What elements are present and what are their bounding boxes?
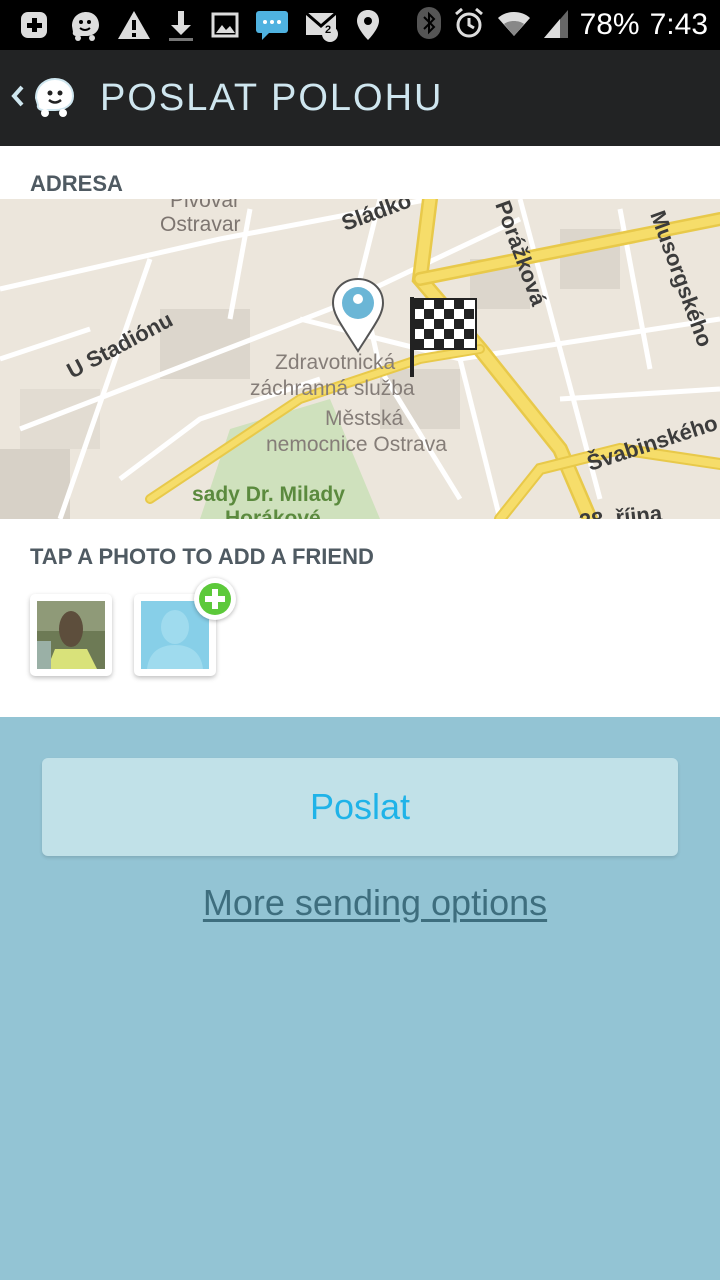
- map-label: Zdravotnická: [275, 351, 396, 374]
- image-icon: [210, 8, 240, 42]
- map-canvas: Pivovar Ostravar Zdravotnická záchranná …: [0, 199, 720, 519]
- clock: 7:43: [649, 8, 708, 41]
- app-bar: POSLAT POLOHU: [0, 50, 720, 146]
- send-button[interactable]: Poslat: [42, 758, 678, 856]
- back-button[interactable]: [8, 68, 88, 128]
- waze-icon: [66, 8, 102, 42]
- friends-label: TAP A PHOTO TO ADD A FRIEND: [30, 544, 374, 569]
- map-label: záchranná služba: [250, 377, 415, 400]
- chat-icon: [254, 8, 290, 42]
- bluetooth-icon: [416, 6, 442, 44]
- map-label: Horákové: [225, 507, 321, 519]
- map-label: Ostravar: [160, 213, 241, 236]
- address-label: ADRESA: [30, 171, 123, 196]
- add-box-icon: [18, 8, 52, 42]
- alarm-icon: [452, 6, 486, 44]
- notification-icons: 2: [18, 6, 382, 44]
- download-icon: [166, 8, 196, 42]
- friend-photo[interactable]: [30, 594, 112, 676]
- gmail-icon: 2: [304, 8, 340, 42]
- friends-list: [30, 578, 236, 684]
- add-friend-button[interactable]: [194, 578, 236, 620]
- map-label: sady Dr. Milady: [192, 483, 345, 506]
- notification-count: 2: [325, 24, 332, 36]
- location-icon: [354, 8, 382, 42]
- more-sending-options-link[interactable]: More sending options: [0, 882, 720, 924]
- map-label: nemocnice Ostrava: [266, 433, 447, 456]
- signal-icon: [542, 6, 570, 44]
- location-map[interactable]: Pivovar Ostravar Zdravotnická záchranná …: [0, 199, 720, 519]
- waze-logo-icon: [30, 74, 78, 122]
- map-label: Pivovar: [170, 199, 240, 212]
- chevron-left-icon: [8, 81, 28, 115]
- add-friend-placeholder[interactable]: [134, 578, 236, 676]
- system-indicators: 78% 7:43: [416, 0, 708, 50]
- status-bar: 2 78% 7:43: [0, 0, 720, 50]
- plus-icon: [199, 583, 231, 615]
- map-label: Městská: [325, 407, 404, 430]
- wifi-icon: [496, 6, 532, 44]
- page-title: POSLAT POLOHU: [100, 77, 444, 119]
- warning-icon: [116, 8, 152, 42]
- friend-avatar: [37, 601, 105, 669]
- battery-percent: 78%: [579, 8, 640, 41]
